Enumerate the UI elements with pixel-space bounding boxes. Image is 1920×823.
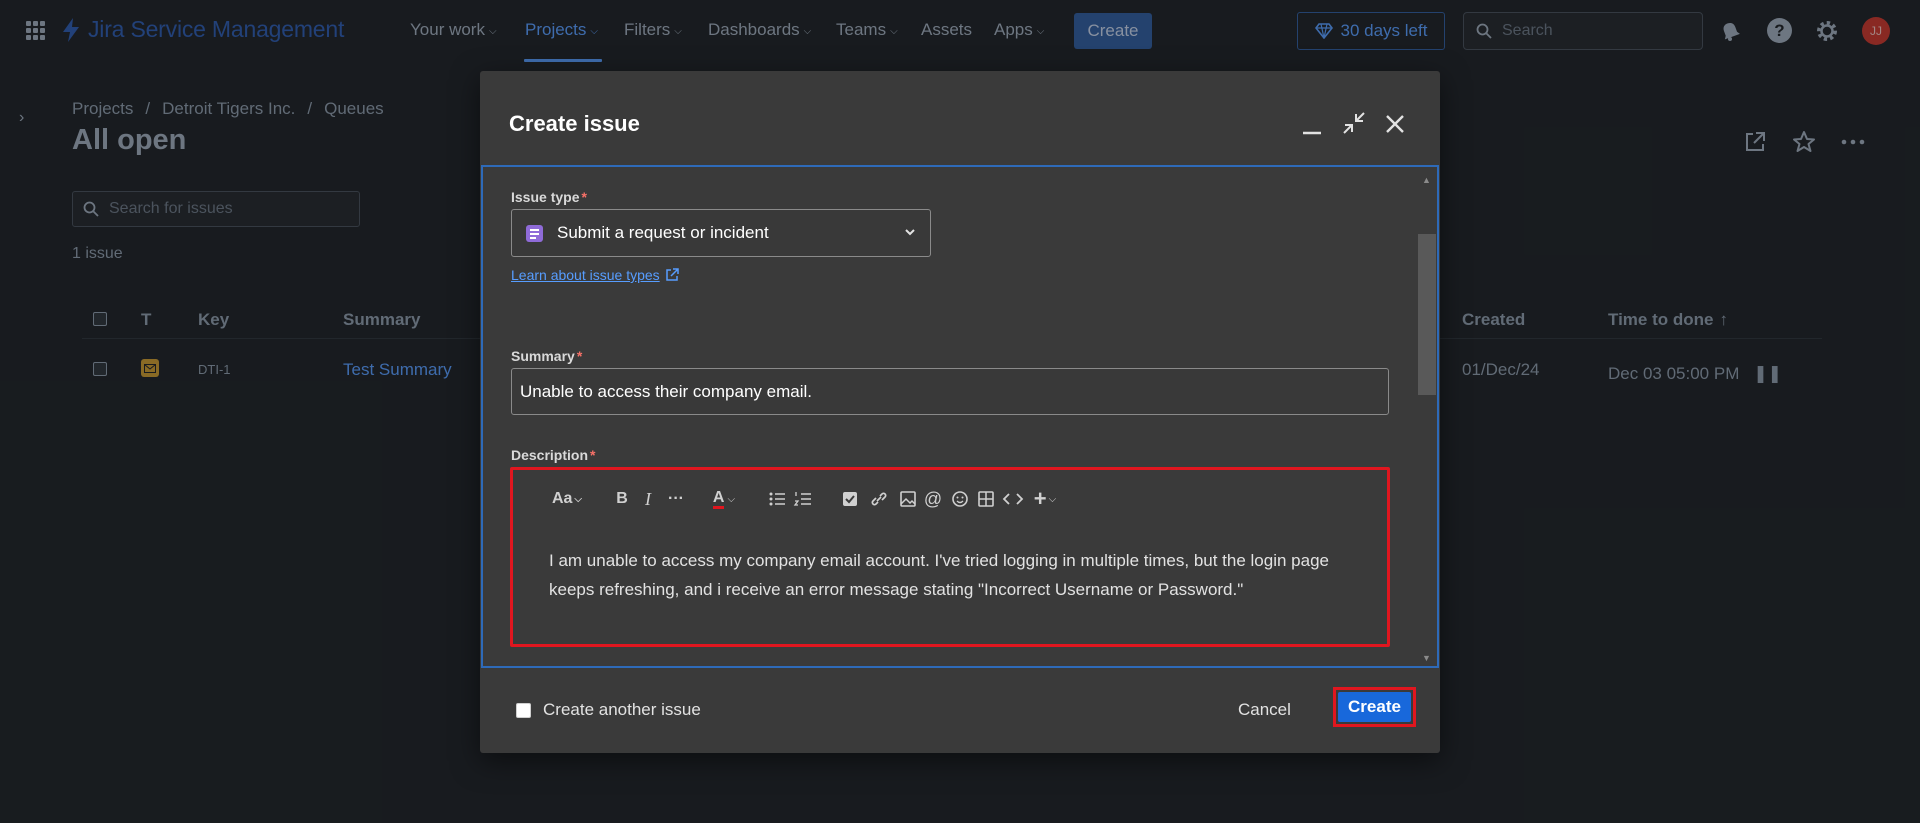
required-marker: * [576,348,583,364]
required-marker: * [581,189,587,205]
chevron-down-icon [905,229,915,236]
link-icon[interactable] [868,487,890,511]
learn-issue-types-text: Learn about issue types [511,267,660,283]
more-formatting-icon[interactable]: ··· [661,487,691,511]
cancel-button[interactable]: Cancel [1238,700,1291,720]
table-icon[interactable] [973,487,999,511]
create-issue-dialog: Create issue ▲ ▼ Issue type * Submit a re… [480,71,1440,753]
scrollbar-thumb[interactable] [1418,234,1436,395]
close-icon[interactable] [1384,113,1406,135]
dialog-form: ▲ ▼ Issue type * Submit a request or inci… [481,165,1439,668]
issue-type-label-text: Issue type [511,189,580,205]
required-marker: * [590,447,596,463]
summary-input[interactable] [511,368,1389,415]
bullet-list-icon[interactable] [765,487,791,511]
create-another-label: Create another issue [543,700,701,719]
request-type-icon [526,224,543,242]
issue-type-select[interactable]: Submit a request or incident [511,209,931,257]
dialog-title: Create issue [509,111,640,136]
mention-icon[interactable]: @ [919,487,947,511]
text-color-icon[interactable]: A ⌵ [703,487,745,511]
create-button[interactable]: Create [1333,687,1416,727]
minimize-icon[interactable] [1301,115,1323,137]
external-link-icon [665,268,679,281]
dialog-footer: Create another issue Cancel Create [480,668,1440,753]
create-another-checkbox[interactable]: Create another issue [516,700,701,720]
issue-type-value: Submit a request or incident [557,223,769,242]
text-style-label: Aa [551,490,573,507]
text-style-dropdown[interactable]: Aa ⌵ [547,487,587,511]
scroll-up-icon[interactable]: ▲ [1422,175,1431,185]
summary-label: Summary * [511,348,582,364]
collapse-icon[interactable] [1342,111,1366,135]
description-text[interactable]: I am unable to access my company email a… [549,546,1349,604]
emoji-icon[interactable] [947,487,973,511]
image-icon[interactable] [897,487,919,511]
insert-more-icon[interactable]: + ⌵ [1027,486,1063,511]
editor-toolbar: Aa ⌵ B I ··· A ⌵ @ + ⌵ [547,486,1063,512]
scroll-down-icon[interactable]: ▼ [1422,653,1431,663]
summary-label-text: Summary [511,348,575,364]
description-label: Description * [511,447,595,463]
bold-icon[interactable]: B [609,487,635,511]
numbered-list-icon[interactable] [791,487,817,511]
chevron-down-icon: ⌵ [574,493,583,505]
create-button-label: Create [1338,692,1411,722]
learn-issue-types-link[interactable]: Learn about issue types [511,267,679,283]
italic-icon[interactable]: I [635,487,661,511]
code-snippet-icon[interactable] [999,487,1027,511]
checkbox[interactable] [516,702,531,718]
description-label-text: Description [511,447,589,463]
issue-type-label: Issue type * [511,189,587,205]
description-editor[interactable]: Aa ⌵ B I ··· A ⌵ @ + ⌵ I am unable to ac… [510,467,1390,647]
action-item-icon[interactable] [839,487,861,511]
